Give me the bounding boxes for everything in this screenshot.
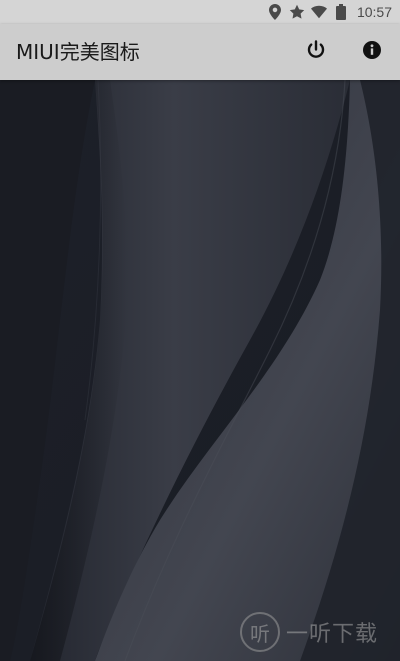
location-icon — [267, 4, 283, 20]
info-icon — [362, 40, 382, 65]
app-title: MIUI完美图标 — [16, 40, 140, 64]
status-icons: 10:57 — [267, 0, 392, 24]
info-button[interactable] — [352, 32, 392, 72]
status-bar: 10:57 — [0, 0, 400, 24]
wallpaper-background — [0, 80, 400, 661]
power-icon — [306, 39, 326, 65]
power-button[interactable] — [296, 32, 336, 72]
status-time: 10:57 — [356, 4, 392, 20]
watermark-logo-icon: 听 — [240, 612, 280, 652]
star-icon — [289, 4, 305, 20]
app-bar: MIUI完美图标 — [0, 24, 400, 80]
battery-icon — [333, 4, 349, 20]
watermark: 听 一听下载 — [240, 610, 378, 654]
watermark-text: 一听下载 — [286, 622, 379, 647]
wifi-icon — [310, 4, 327, 20]
